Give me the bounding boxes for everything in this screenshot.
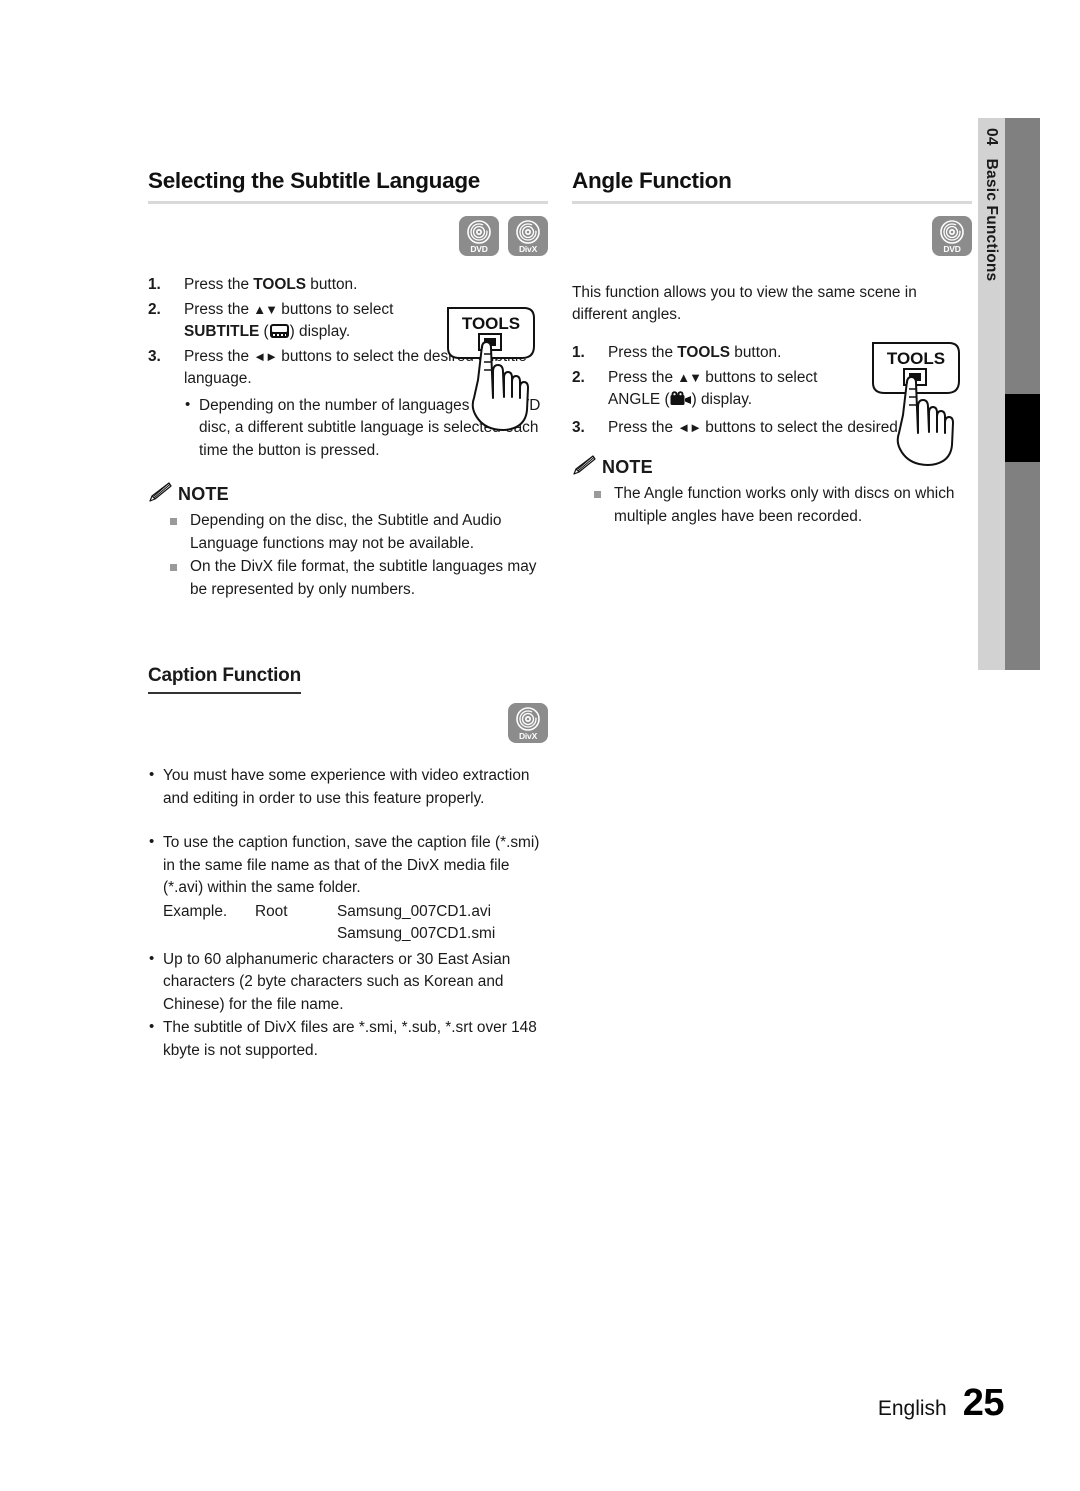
step-number: 1. <box>572 344 585 361</box>
caption-bullet: To use the caption function, save the ca… <box>148 831 548 900</box>
example-file-avi: Samsung_007CD1.avi <box>337 902 491 920</box>
note-item: The Angle function works only with discs… <box>592 483 972 528</box>
disc-badge-row-angle: DVD <box>572 216 972 256</box>
step-text-before: Press the <box>608 418 678 436</box>
tools-button-illustration-right: TOOLS <box>863 337 983 472</box>
paren-open: ( <box>259 323 269 340</box>
subtitle-icon <box>269 324 289 338</box>
step-text-before: Press the <box>184 276 254 293</box>
step-number: 3. <box>148 347 161 365</box>
chapter-index-active-marker <box>1005 394 1040 462</box>
disc-badge-divx: DivX <box>508 216 548 256</box>
angle-keyword: ANGLE ( <box>608 391 670 408</box>
subtitle-keyword: SUBTITLE <box>184 323 260 340</box>
note-label: NOTE <box>178 484 229 504</box>
footer-page-number: 25 <box>962 1382 1005 1424</box>
camera-icon <box>670 391 692 415</box>
caption-bullet: You must have some experience with video… <box>148 764 548 810</box>
caption-bullet: The subtitle of DivX files are *.smi, *.… <box>148 1016 548 1062</box>
caption-example-block: Example. Root Samsung_007CD1.avi Samsung_0… <box>148 901 548 946</box>
step-text-before: Press the <box>608 368 678 386</box>
caption-bullet-list: You must have some experience with video… <box>148 764 548 1062</box>
note-item: On the DivX file format, the subtitle la… <box>168 556 548 601</box>
note-header-subtitle: NOTE <box>148 482 548 507</box>
note-item: Depending on the disc, the Subtitle and … <box>168 510 548 555</box>
caption-bullet: Up to 60 alphanumeric characters or 30 E… <box>148 948 548 1017</box>
updown-arrows-glyph: ▲▼ <box>677 369 702 385</box>
note-label: NOTE <box>602 457 653 477</box>
page-footer: English 25 <box>877 1382 1005 1425</box>
disc-badge-label: DVD <box>943 244 961 254</box>
chapter-index-bar <box>1005 118 1040 670</box>
leftright-arrows-glyph: ◄► <box>677 419 702 435</box>
page-title-subtitle-language: Selecting the Subtitle Language <box>148 168 480 193</box>
step-text-after: button. <box>306 276 358 293</box>
caption-function-section: Caption Function DivX You must have s <box>148 665 548 1062</box>
updown-arrows-glyph: ▲▼ <box>253 301 278 317</box>
step-text-after: buttons to select <box>701 368 818 386</box>
chapter-number: 04 <box>983 128 1000 146</box>
disc-icon <box>466 219 492 245</box>
disc-icon <box>939 219 965 245</box>
example-label: Example. <box>163 902 228 920</box>
step-text-before: Press the <box>608 344 678 361</box>
leftright-arrows-glyph: ◄► <box>253 348 278 364</box>
note-list-subtitle: Depending on the disc, the Subtitle and … <box>148 510 548 601</box>
note-list-angle: The Angle function works only with discs… <box>572 483 972 528</box>
svg-text:TOOLS: TOOLS <box>462 314 520 333</box>
disc-badge-label: DVD <box>470 244 488 254</box>
step-text-before: Press the <box>184 300 254 318</box>
example-file-smi: Samsung_007CD1.smi <box>337 925 496 942</box>
disc-badge-row-caption: DivX <box>148 703 548 743</box>
svg-text:TOOLS: TOOLS <box>887 349 945 368</box>
pencil-icon <box>572 455 596 480</box>
disc-icon <box>515 706 541 732</box>
step-1: 1. Press the TOOLS button. <box>148 274 548 297</box>
pencil-icon <box>148 482 172 507</box>
page-title-angle-function: Angle Function <box>572 168 732 193</box>
step-number: 3. <box>572 418 585 436</box>
step-text-after-2: ) display. <box>691 391 753 408</box>
disc-badge-label: DivX <box>518 244 538 254</box>
disc-badge-dvd: DVD <box>459 216 499 256</box>
disc-badge-dvd: DVD <box>932 216 972 256</box>
disc-icon <box>515 219 541 245</box>
chapter-title: Basic Functions <box>983 158 1000 282</box>
caption-function-title: Caption Function <box>148 665 301 694</box>
title-divider <box>148 201 548 204</box>
tools-keyword: TOOLS <box>253 276 307 293</box>
tools-button-illustration-left: TOOLS <box>438 302 558 437</box>
disc-badge-divx: DivX <box>508 703 548 743</box>
step-text-after-2: ) display. <box>289 323 351 340</box>
step-number: 2. <box>572 368 585 386</box>
step-text-before: Press the <box>184 347 254 365</box>
disc-badge-label: DivX <box>518 731 538 741</box>
step-text-after: buttons to select <box>277 300 394 318</box>
disc-badge-row-subtitle: DVD DivX <box>148 216 548 256</box>
footer-language: English <box>877 1397 947 1420</box>
tools-keyword: TOOLS <box>677 344 731 361</box>
step-number: 2. <box>148 300 161 318</box>
step-text-after: button. <box>730 344 782 361</box>
title-divider <box>572 201 972 204</box>
example-root: Root <box>255 902 288 920</box>
step-number: 1. <box>148 276 161 293</box>
angle-intro-paragraph: This function allows you to view the sam… <box>572 284 917 323</box>
